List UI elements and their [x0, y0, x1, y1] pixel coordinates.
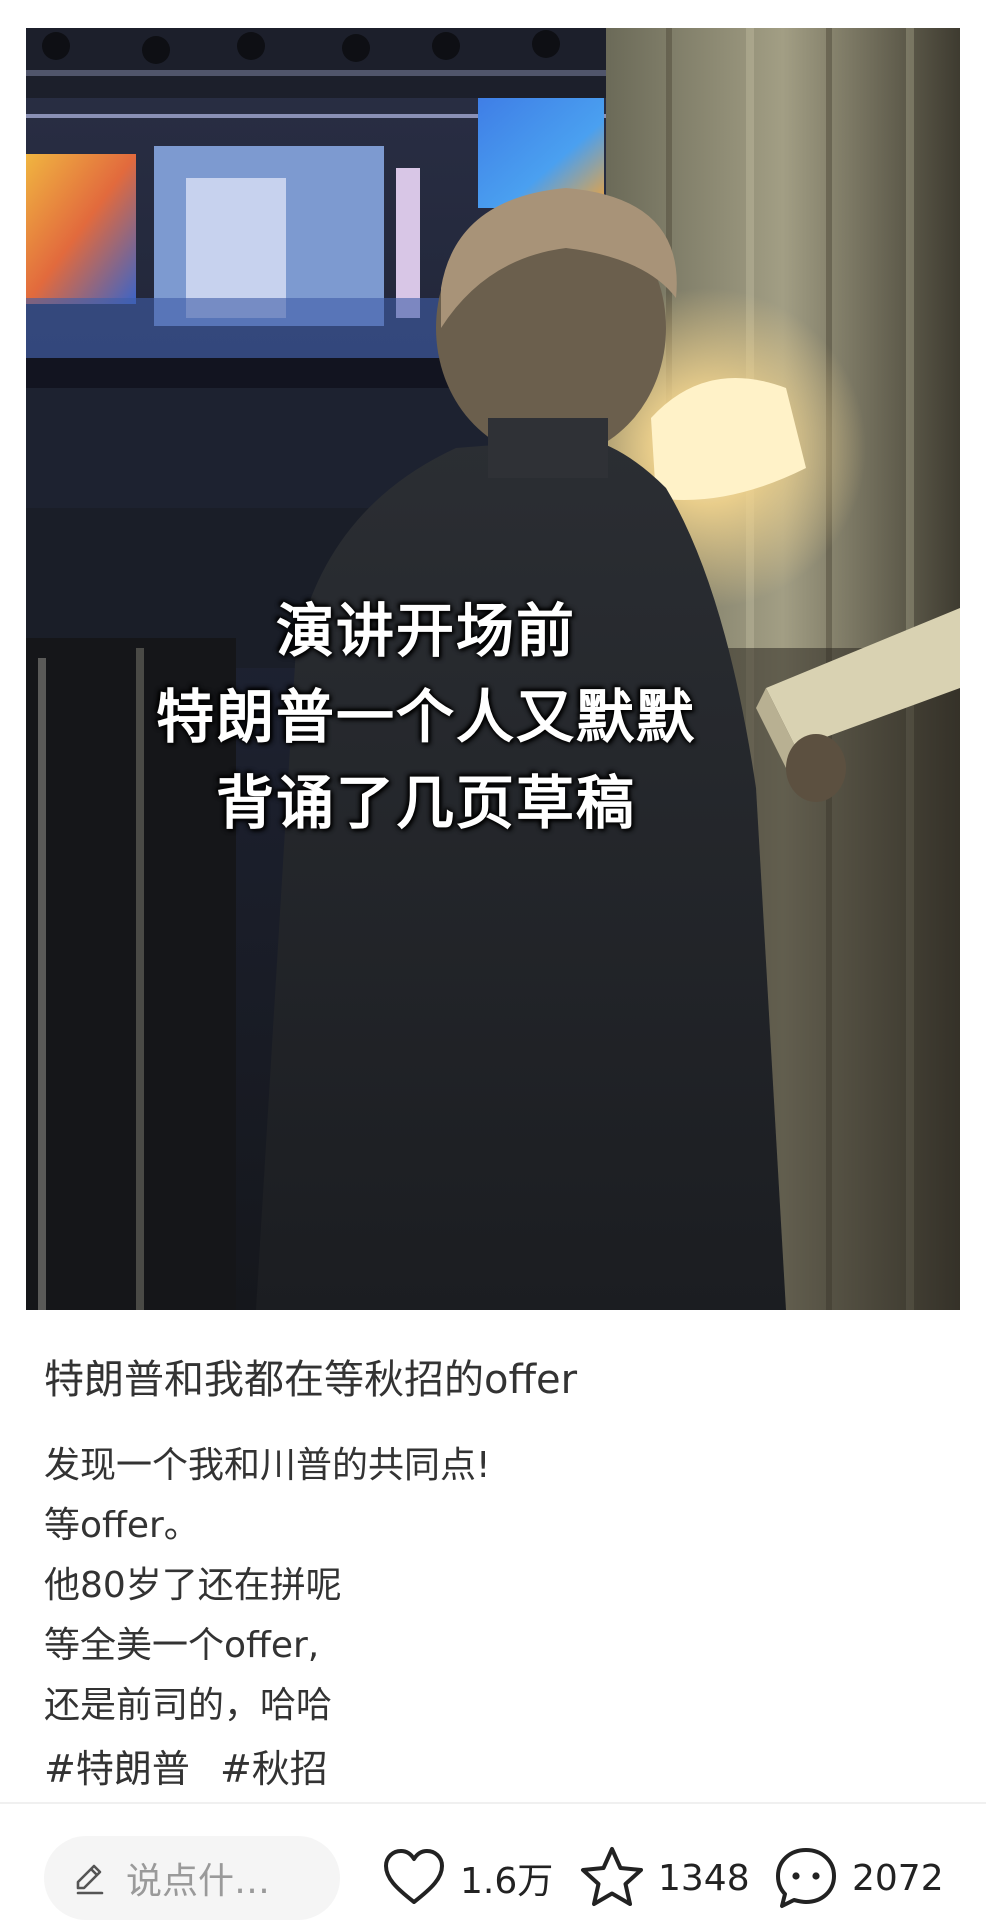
- hashtag-link[interactable]: #特朗普: [44, 1747, 190, 1791]
- heart-icon: [384, 1849, 444, 1904]
- post-detail-page: 演讲开场前 特朗普一个人又默默 背诵了几页草稿 特朗普和我都在等秋招的offer…: [0, 0, 986, 1920]
- hashtag-list: #特朗普 #秋招: [44, 1742, 346, 1796]
- like-count: 1.6万: [460, 1861, 554, 1902]
- caption-line: 特朗普一个人又默默: [155, 683, 696, 751]
- caption-line: 演讲开场前: [275, 597, 576, 665]
- comment-count: 2072: [852, 1857, 944, 1899]
- video-caption: 演讲开场前 特朗普一个人又默默 背诵了几页草稿: [26, 588, 826, 846]
- star-icon: [581, 1847, 643, 1906]
- favorite-count: 1348: [658, 1857, 750, 1899]
- comment-input[interactable]: 说点什…: [44, 1836, 340, 1920]
- hashtag-link[interactable]: #秋招: [220, 1747, 328, 1791]
- post-title: 特朗普和我都在等秋招的offer: [44, 1357, 578, 1403]
- divider: [0, 1802, 986, 1804]
- post-body-line: 他80岁了还在拼呢: [44, 1565, 342, 1606]
- chat-bubble-icon: [776, 1848, 836, 1908]
- comment-button[interactable]: 2072: [770, 1836, 944, 1920]
- caption-line: 背诵了几页草稿: [215, 769, 636, 837]
- post-body-line: 等全美一个offer,: [44, 1625, 320, 1666]
- post-body-line: 还是前司的，哈哈: [44, 1685, 333, 1726]
- comment-placeholder: 说点什…: [126, 1861, 271, 1902]
- post-body-line: 发现一个我和川普的共同点!: [44, 1445, 491, 1486]
- pen-icon: [76, 1864, 104, 1895]
- favorite-button[interactable]: 1348: [576, 1836, 750, 1920]
- post-body-line: 等offer。: [44, 1505, 200, 1546]
- post-body: 发现一个我和川普的共同点! 等offer。 他80岁了还在拼呢 等全美一个off…: [44, 1436, 490, 1736]
- post-media[interactable]: 演讲开场前 特朗普一个人又默默 背诵了几页草稿: [26, 28, 960, 1310]
- like-button[interactable]: 1.6万: [378, 1836, 553, 1920]
